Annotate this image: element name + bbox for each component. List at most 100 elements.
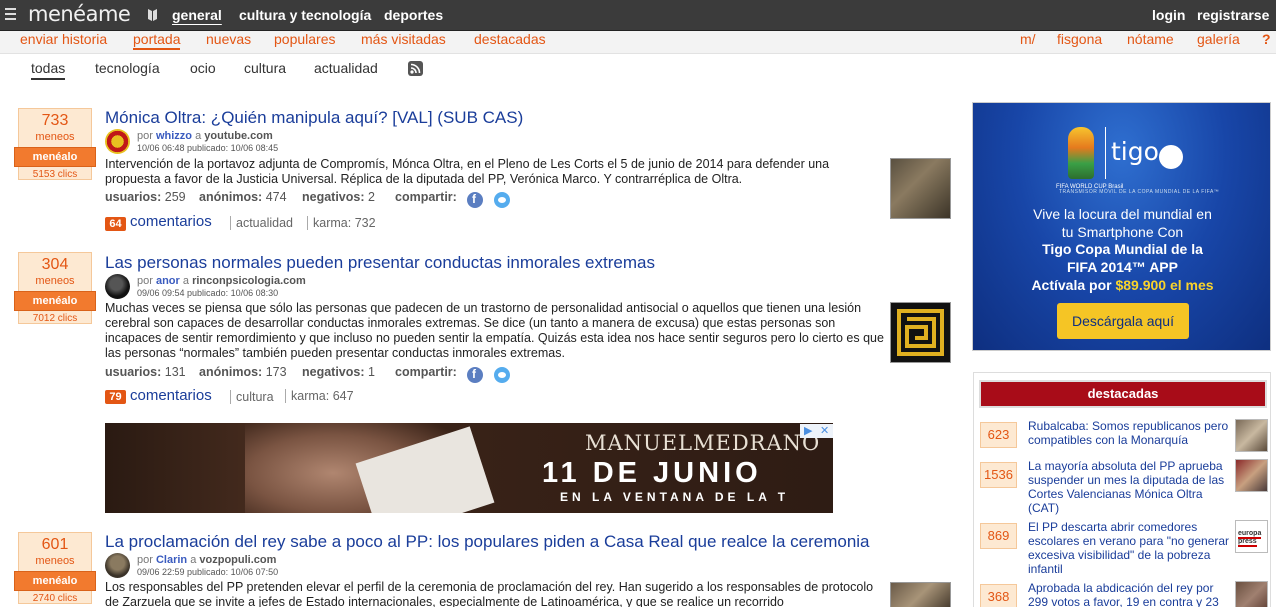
site-logo[interactable]: menéame xyxy=(28,2,131,26)
subnav-portada[interactable]: portada xyxy=(133,31,181,50)
story-category[interactable]: actualidad xyxy=(230,216,293,230)
author-link[interactable]: anor xyxy=(156,275,180,287)
twitter-icon[interactable] xyxy=(494,367,510,383)
subnav-notame[interactable]: nótame xyxy=(1127,31,1174,47)
download-button[interactable]: Descárgala aquí xyxy=(1057,303,1189,339)
story-title[interactable]: Las personas normales pueden presentar c… xyxy=(105,253,655,273)
stats-users: usuarios: 131 xyxy=(105,365,186,379)
stats-anonymous: anónimos: 474 xyxy=(199,190,287,204)
ad-line: Tigo Copa Mundial de la xyxy=(1042,241,1203,257)
menu-icon[interactable] xyxy=(5,8,16,22)
top-bar: menéame general cultura y tecnología dep… xyxy=(0,0,1276,31)
story-thumbnail[interactable] xyxy=(890,158,951,219)
stats-negative: negativos: 1 xyxy=(302,365,375,379)
story-thumbnail[interactable] xyxy=(890,582,951,607)
story-body: Intervención de la portavoz adjunta de C… xyxy=(105,157,830,186)
item-title[interactable]: Rubalcaba: Somos republicanos pero compa… xyxy=(1028,419,1233,447)
ad-tagline: TRANSMISOR MÓVIL DE LA COPA MUNDIAL DE L… xyxy=(1059,189,1220,195)
vote-count: 1536 xyxy=(980,462,1017,488)
rss-icon[interactable] xyxy=(408,61,423,76)
click-count: 5153 clics xyxy=(32,169,78,180)
banner-ad[interactable]: MANUELMEDRANO 11 DE JUNIO EN LA VENTANA … xyxy=(105,423,833,513)
tab-ocio[interactable]: ocio xyxy=(190,60,216,76)
click-count: 7012 clics xyxy=(32,313,78,324)
source-domain: vozpopuli.com xyxy=(199,554,277,566)
vote-count: 368 xyxy=(980,584,1017,607)
destacadas-panel: destacadas 623 Rubalcaba: Somos republic… xyxy=(973,372,1271,607)
menealo-button[interactable]: menéalo xyxy=(14,291,96,311)
item-thumbnail[interactable] xyxy=(1235,419,1268,452)
vote-count: 304 xyxy=(41,256,69,273)
sidebar-ad[interactable]: FIFA WORLD CUP Brasil tigo TRANSMISOR MÓ… xyxy=(972,102,1271,351)
source-domain: rinconpsicologia.com xyxy=(192,275,306,287)
story-title[interactable]: La proclamación del rey sabe a poco al P… xyxy=(105,532,870,552)
menealo-button[interactable]: menéalo xyxy=(14,571,96,591)
story-title[interactable]: Mónica Oltra: ¿Quién manipula aquí? [VAL… xyxy=(105,108,523,128)
subnav-m[interactable]: m/ xyxy=(1020,31,1036,47)
nav-cultura-tecnologia[interactable]: cultura y tecnología xyxy=(239,7,371,23)
nav-general[interactable]: general xyxy=(172,7,222,23)
ad-line: Vive la locura del mundial en xyxy=(1033,206,1212,222)
facebook-icon[interactable] xyxy=(467,367,483,383)
story-author-line: por anor a rinconpsicologia.com xyxy=(137,275,306,287)
adchoices-icon[interactable]: ▶ ✕ xyxy=(800,424,833,438)
item-thumbnail[interactable]: europa press xyxy=(1235,520,1268,553)
stats-anonymous: anónimos: 173 xyxy=(199,365,287,379)
ad-divider xyxy=(1105,127,1106,179)
story-dates: 09/06 09:54 publicado: 10/06 08:30 xyxy=(137,288,279,298)
story-karma: karma: 732 xyxy=(307,216,376,230)
item-thumbnail[interactable] xyxy=(1235,581,1268,607)
destacadas-heading[interactable]: destacadas xyxy=(979,380,1267,408)
vote-label: meneos xyxy=(35,131,75,143)
tigo-logo: tigo xyxy=(1111,137,1159,166)
subnav-mas-visitadas[interactable]: más visitadas xyxy=(361,31,446,47)
author-link[interactable]: whizzo xyxy=(156,130,192,142)
subnav-enviar-historia[interactable]: enviar historia xyxy=(20,31,107,47)
ad-date: 11 DE JUNIO xyxy=(542,457,762,489)
avatar[interactable] xyxy=(105,129,130,154)
comments-link[interactable]: comentarios xyxy=(130,213,212,230)
subnav-destacadas[interactable]: destacadas xyxy=(474,31,546,47)
vote-count: 601 xyxy=(41,536,69,553)
ad-line: FIFA 2014™ APP xyxy=(1066,259,1178,275)
vote-label: meneos xyxy=(35,275,75,287)
avatar[interactable] xyxy=(105,274,130,299)
section-nav: enviar historia portada nuevas populares… xyxy=(0,31,1276,54)
tab-tecnologia[interactable]: tecnología xyxy=(95,60,160,76)
item-title[interactable]: El PP descarta abrir comedores escolares… xyxy=(1028,520,1233,576)
share-label: compartir: xyxy=(395,365,457,379)
book-icon[interactable] xyxy=(147,8,158,22)
item-title[interactable]: Aprobada la abdicación del rey por 299 v… xyxy=(1028,581,1233,607)
nav-deportes[interactable]: deportes xyxy=(384,7,443,23)
stats-negative: negativos: 2 xyxy=(302,190,375,204)
subnav-fisgona[interactable]: fisgona xyxy=(1057,31,1102,47)
author-link[interactable]: Clarin xyxy=(156,554,187,566)
tab-cultura[interactable]: cultura xyxy=(244,60,286,76)
comment-count-badge[interactable]: 64 xyxy=(105,217,126,231)
item-thumbnail[interactable] xyxy=(1235,459,1268,492)
story-thumbnail[interactable] xyxy=(890,302,951,363)
facebook-icon[interactable] xyxy=(467,192,483,208)
subnav-galeria[interactable]: galería xyxy=(1197,31,1240,47)
vote-count: 623 xyxy=(980,422,1017,448)
login-link[interactable]: login xyxy=(1152,7,1185,23)
register-link[interactable]: registrarse xyxy=(1197,7,1269,23)
comments-link[interactable]: comentarios xyxy=(130,387,212,404)
comment-count-badge[interactable]: 79 xyxy=(105,390,126,404)
help-link[interactable]: ? xyxy=(1262,31,1271,47)
avatar[interactable] xyxy=(105,553,130,578)
story-author-line: por whizzo a youtube.com xyxy=(137,130,273,142)
tab-actualidad[interactable]: actualidad xyxy=(314,60,378,76)
subnav-populares[interactable]: populares xyxy=(274,31,336,47)
menealo-button[interactable]: menéalo xyxy=(14,147,96,167)
subnav-nuevas[interactable]: nuevas xyxy=(206,31,251,47)
world-cup-logo-icon xyxy=(1068,127,1094,179)
item-title[interactable]: La mayoría absoluta del PP aprueba suspe… xyxy=(1028,459,1233,515)
click-count: 2740 clics xyxy=(32,593,78,604)
twitter-icon[interactable] xyxy=(494,192,510,208)
vote-box: 601 meneos menéalo 2740 clics xyxy=(14,532,96,604)
tab-todas[interactable]: todas xyxy=(31,60,66,80)
story-karma: karma: 647 xyxy=(285,389,354,403)
story-category[interactable]: cultura xyxy=(230,390,274,404)
vote-box: 304 meneos menéalo 7012 clics xyxy=(14,252,96,324)
